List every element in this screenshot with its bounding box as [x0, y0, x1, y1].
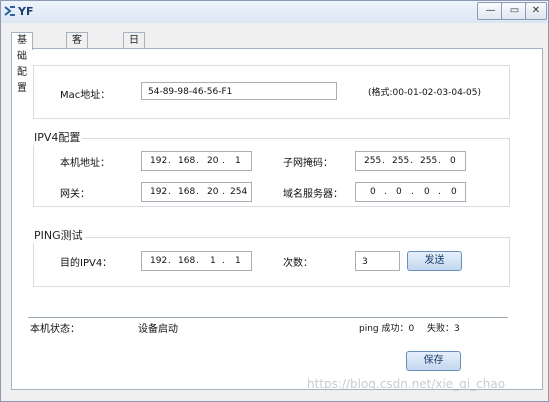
octet: 192 — [150, 256, 168, 266]
dot: . — [438, 187, 441, 197]
dot: . — [196, 187, 199, 197]
octet: 254 — [230, 187, 248, 197]
octet: 0 — [451, 187, 457, 197]
octet: 192 — [150, 187, 168, 197]
ping-target-label: 目的IPV4： — [60, 258, 113, 269]
ipv4-section-title: IPV4配置 — [32, 129, 83, 145]
octet: 192 — [150, 156, 168, 166]
dot: . — [222, 156, 225, 166]
dot: . — [168, 187, 171, 197]
title-bar: YF — ▭ ✕ — [1, 1, 548, 23]
dns-input[interactable]: 0 . 0 . 0 . 0 — [355, 182, 466, 202]
octet: 255 — [420, 156, 438, 166]
local-ip-label: 本机地址： — [60, 158, 110, 169]
dot: . — [438, 156, 441, 166]
dot: . — [196, 256, 199, 266]
app-icon — [4, 6, 15, 16]
octet: 0 — [424, 187, 430, 197]
octet: 0 — [370, 187, 376, 197]
octet: 0 — [450, 156, 456, 166]
watermark: https://blog.csdn.net/xie_qi_chao — [307, 377, 506, 391]
octet: 0 — [396, 187, 402, 197]
status-label: 本机状态： — [30, 324, 80, 335]
octet: 255 — [364, 156, 382, 166]
ping-section-title: PING测试 — [32, 227, 85, 243]
mac-group: Mac地址： 54-89-98-46-56-F1 (格式:00-01-02-03… — [33, 65, 510, 119]
window-title: YF — [18, 5, 34, 18]
dot: . — [384, 187, 387, 197]
minimize-button[interactable]: — — [477, 2, 504, 20]
octet: 20 — [207, 156, 219, 166]
dot: . — [222, 256, 225, 266]
tab-log-info[interactable]: 日志信息 — [123, 32, 145, 94]
mac-input[interactable]: 54-89-98-46-56-F1 — [141, 82, 337, 100]
status-value: 设备启动 — [138, 324, 178, 335]
octet: 20 — [207, 187, 219, 197]
app-window: YF — ▭ ✕ 基础配置 客户端信息 日志信息 Mac地址： 54-89-98… — [0, 0, 549, 402]
subnet-mask-label: 子网掩码： — [283, 158, 333, 169]
mac-label: Mac地址： — [60, 90, 111, 101]
ping-group: 目的IPV4： 192 . 168 . 1 . 1 次数： 3 发送 — [33, 237, 510, 287]
send-button[interactable]: 发送 — [407, 251, 462, 271]
tab-client-info[interactable]: 客户端信息 — [66, 32, 88, 110]
status-divider — [28, 317, 508, 318]
octet: 1 — [235, 156, 241, 166]
dot: . — [168, 256, 171, 266]
dot: . — [168, 156, 171, 166]
octet: 168 — [178, 156, 196, 166]
subnet-mask-input[interactable]: 255 . 255 . 255 . 0 — [355, 151, 466, 171]
octet: 1 — [210, 256, 216, 266]
tab-panel: Mac地址： 54-89-98-46-56-F1 (格式:00-01-02-03… — [11, 48, 543, 390]
ping-count-label: 次数： — [283, 258, 313, 269]
octet: 1 — [235, 256, 241, 266]
dot: . — [222, 187, 225, 197]
octet: 168 — [178, 256, 196, 266]
dns-label: 域名服务器： — [283, 189, 343, 200]
gateway-label: 网关： — [60, 189, 90, 200]
gateway-input[interactable]: 192 . 168 . 20 . 254 — [141, 182, 252, 202]
dot: . — [382, 156, 385, 166]
octet: 255 — [392, 156, 410, 166]
dot: . — [196, 156, 199, 166]
ping-fail-count: 失败：3 — [427, 324, 460, 334]
local-ip-input[interactable]: 192 . 168 . 20 . 1 — [141, 151, 252, 171]
mac-format-hint: (格式:00-01-02-03-04-05) — [368, 88, 482, 98]
close-button[interactable]: ✕ — [525, 2, 547, 20]
dot: . — [411, 187, 414, 197]
dot: . — [410, 156, 413, 166]
tab-basic-config[interactable]: 基础配置 — [11, 32, 33, 94]
save-button[interactable]: 保存 — [406, 351, 461, 371]
ping-success-count: ping 成功：0 — [359, 324, 415, 334]
ping-count-input[interactable]: 3 — [355, 251, 400, 271]
ipv4-group: 本机地址： 192 . 168 . 20 . 1 子网掩码： 255 . 255… — [33, 138, 510, 207]
ping-target-input[interactable]: 192 . 168 . 1 . 1 — [141, 251, 252, 271]
octet: 168 — [178, 187, 196, 197]
maximize-button[interactable]: ▭ — [501, 2, 528, 20]
